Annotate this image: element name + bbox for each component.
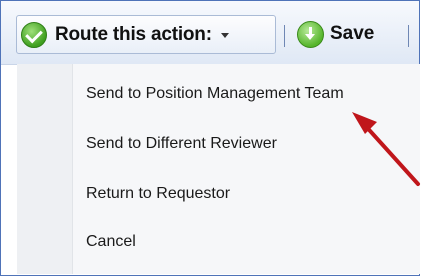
annotation-arrow-icon: [352, 112, 420, 186]
